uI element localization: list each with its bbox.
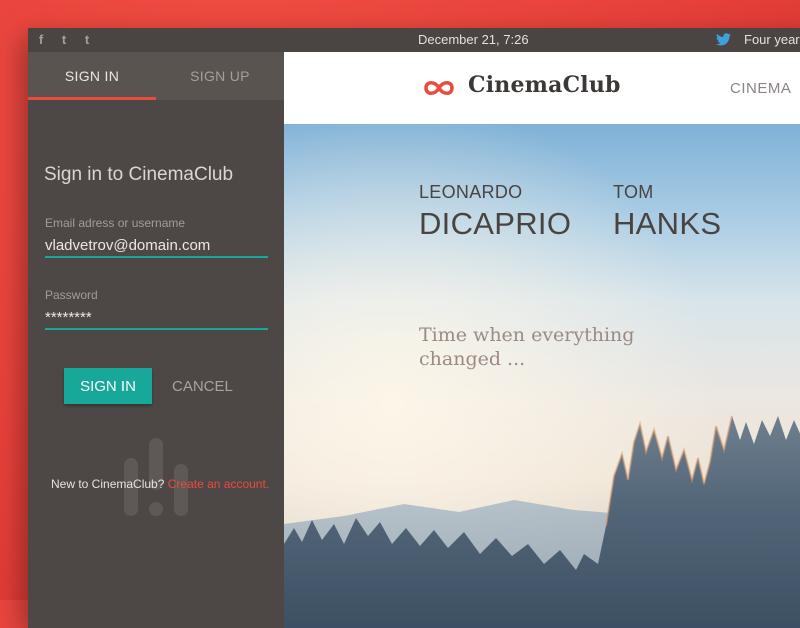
active-tab-indicator [28, 97, 156, 100]
twitter-bird-icon[interactable] [716, 33, 731, 49]
main-content: CinemaClub CINEMA LEONARDO DICAPRIO TOM … [284, 52, 800, 628]
email-field[interactable] [45, 234, 268, 258]
top-bar: f t t December 21, 7:26 Four year [28, 28, 800, 52]
app-window: f t t December 21, 7:26 Four year SIGN I… [28, 28, 800, 628]
sign-in-button[interactable]: SIGN IN [64, 368, 152, 404]
forest-landscape-image [284, 124, 800, 628]
facebook-icon[interactable]: f [34, 32, 48, 47]
actor-last-name: HANKS [613, 206, 722, 241]
password-field[interactable] [45, 306, 268, 330]
signup-prompt: New to CinemaClub? Create an account. [51, 477, 269, 491]
actor-last-name: DICAPRIO [419, 206, 572, 241]
twitter-icon[interactable]: t [57, 32, 71, 47]
news-ticker[interactable]: Four year [744, 32, 800, 47]
brand-name[interactable]: CinemaClub [468, 72, 621, 98]
create-account-link[interactable]: Create an account. [168, 477, 269, 491]
cancel-button[interactable]: CANCEL [166, 368, 239, 404]
hero-tagline: Time when everything changed ... [419, 324, 635, 370]
password-label: Password [45, 288, 98, 302]
sign-in-heading: Sign in to CinemaClub [44, 164, 234, 185]
nav-cinema[interactable]: CINEMA [730, 80, 791, 97]
actor-first-name: TOM [613, 182, 654, 202]
cinemaclub-logo-icon[interactable] [424, 78, 454, 103]
tumblr-icon[interactable]: t [80, 32, 94, 47]
tab-sign-up[interactable]: SIGN UP [156, 52, 284, 100]
auth-tabs: SIGN IN SIGN UP [28, 52, 284, 100]
auth-sidebar: SIGN IN SIGN UP Sign in to CinemaClub Em… [28, 52, 284, 628]
tab-sign-in[interactable]: SIGN IN [28, 52, 156, 100]
current-date: December 21, 7:26 [418, 32, 529, 47]
actor-first-name: LEONARDO [419, 182, 523, 202]
hero-banner: LEONARDO DICAPRIO TOM HANKS Time when ev… [284, 124, 800, 628]
site-header: CinemaClub CINEMA [284, 52, 800, 124]
email-label: Email adress or username [45, 216, 186, 230]
signup-prompt-text: New to CinemaClub? [51, 477, 165, 491]
social-links: f t t [34, 32, 94, 47]
